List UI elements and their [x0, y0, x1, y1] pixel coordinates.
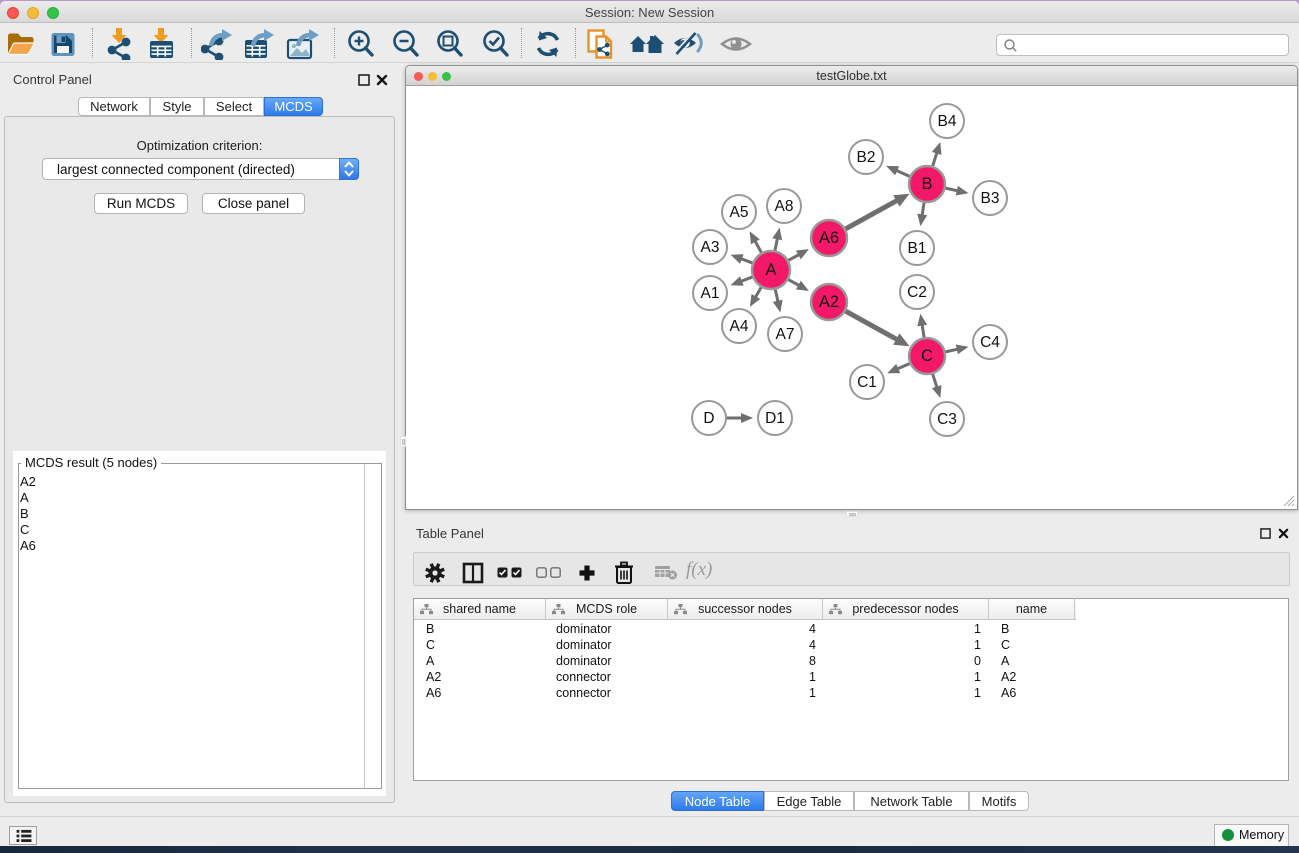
svg-text:C4: C4 — [980, 334, 1000, 351]
svg-text:A5: A5 — [730, 204, 749, 221]
svg-text:A3: A3 — [701, 239, 720, 256]
svg-text:A4: A4 — [730, 318, 749, 335]
svg-text:B3: B3 — [981, 190, 1000, 207]
svg-text:A2: A2 — [819, 293, 839, 311]
svg-text:A8: A8 — [775, 198, 794, 215]
svg-text:B2: B2 — [857, 149, 876, 166]
svg-text:A: A — [765, 261, 776, 279]
svg-text:B1: B1 — [908, 240, 927, 257]
svg-text:B: B — [921, 175, 932, 193]
svg-text:D: D — [703, 410, 714, 427]
svg-text:D1: D1 — [765, 410, 785, 427]
svg-text:A6: A6 — [819, 229, 839, 247]
svg-text:C2: C2 — [907, 284, 927, 301]
svg-text:A7: A7 — [776, 326, 795, 343]
svg-text:B4: B4 — [938, 113, 957, 130]
svg-text:C1: C1 — [857, 374, 877, 391]
svg-text:A1: A1 — [701, 285, 720, 302]
svg-text:C: C — [921, 347, 933, 365]
svg-text:C3: C3 — [937, 411, 957, 428]
